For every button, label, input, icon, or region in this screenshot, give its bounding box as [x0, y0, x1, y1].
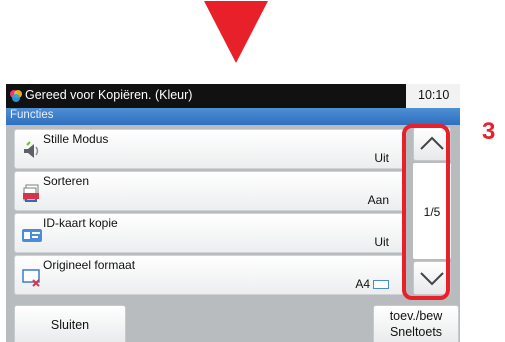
step-arrow [204, 1, 268, 63]
scroll-up-button[interactable] [413, 127, 451, 161]
original-size-icon [22, 269, 40, 287]
function-label: Sorteren [43, 174, 90, 188]
scroll-controls: 1/5 [409, 127, 457, 297]
step-number: 3 [482, 118, 496, 145]
chevron-up-icon [420, 136, 444, 150]
function-label: Origineel formaat [43, 258, 136, 272]
status-text: Gereed voor Kopiëren. (Kleur) [25, 88, 193, 102]
shortcut-label-line2: Sneltoets [389, 325, 443, 339]
close-label: Sluiten [50, 318, 90, 332]
function-value: Uit [374, 151, 389, 165]
status-bar: Gereed voor Kopiëren. (Kleur) 10:10 [6, 84, 460, 108]
color-copy-icon [10, 90, 22, 102]
function-value: A4 [355, 277, 389, 291]
page-number: 1/5 [423, 205, 441, 219]
page-indicator: 1/5 [413, 163, 451, 259]
status-message-area: Gereed voor Kopiëren. (Kleur) [6, 84, 406, 108]
close-button[interactable]: Sluiten [14, 305, 126, 342]
clock: 10:10 [418, 88, 450, 102]
add-edit-shortcut-button[interactable]: toev./bew Sneltoets [373, 305, 459, 342]
collate-icon [23, 184, 39, 202]
function-row-collate[interactable]: Sorteren Aan [14, 171, 406, 211]
function-value: Uit [374, 235, 389, 249]
chevron-down-icon [420, 272, 444, 286]
function-row-id-card-copy[interactable]: ID-kaart kopie Uit [14, 213, 406, 253]
shortcut-label-line1: toev./bew [389, 309, 443, 323]
header-title: Functies [10, 109, 54, 121]
function-row-quiet-mode[interactable]: Stille Modus Uit [14, 129, 406, 169]
function-row-original-size[interactable]: Origineel formaat A4 [14, 255, 406, 295]
scroll-down-button[interactable] [413, 261, 451, 295]
function-value: Aan [367, 193, 389, 207]
id-card-icon [22, 229, 42, 242]
paper-size-icon [373, 280, 389, 289]
function-label: Stille Modus [43, 132, 109, 146]
copy-functions-panel: Gereed voor Kopiëren. (Kleur) 10:10 Func… [6, 84, 460, 342]
quiet-mode-icon [24, 141, 39, 158]
function-label: ID-kaart kopie [43, 216, 118, 230]
functions-header: Functies [6, 108, 460, 125]
